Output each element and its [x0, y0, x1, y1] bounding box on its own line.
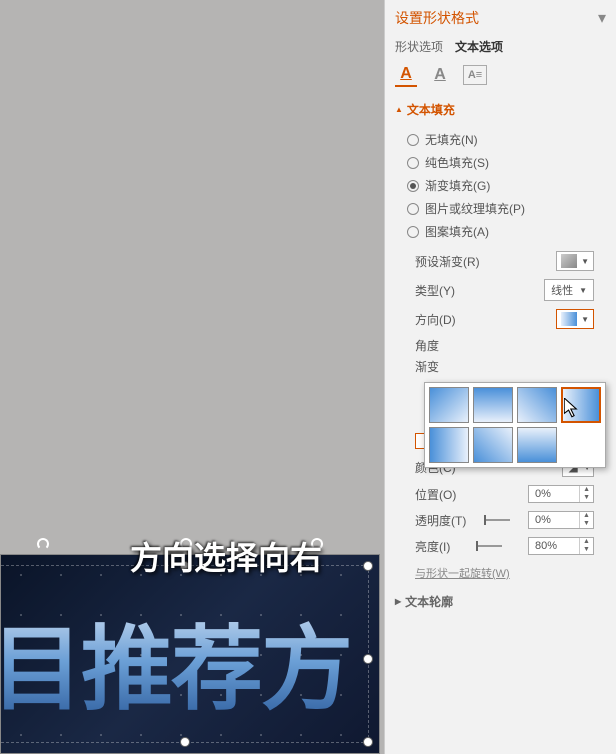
- format-shape-panel: 设置形状格式 ▾ 形状选项 文本选项 A A A≡ ▲ 文本填充 无填充(N) …: [384, 0, 616, 754]
- direction-option-up[interactable]: [517, 427, 557, 463]
- video-caption: 方向选择向右: [130, 533, 322, 579]
- fill-type-radio-group: 无填充(N) 纯色填充(S) 渐变填充(G) 图片或纹理填充(P) 图案填充(A…: [387, 124, 614, 247]
- radio-picture-fill[interactable]: 图片或纹理填充(P): [407, 197, 594, 220]
- section-text-outline[interactable]: ▶ 文本轮廓: [387, 587, 614, 616]
- control-stops-label: 渐变: [387, 358, 614, 379]
- direction-picker-popup: [424, 382, 606, 468]
- control-gradient-type: 类型(Y) 线性 ▼: [387, 275, 614, 305]
- transparency-input[interactable]: 0% ▲▼: [528, 511, 594, 529]
- direction-option-diagonal-up-right[interactable]: [473, 427, 513, 463]
- panel-header: 设置形状格式 ▾: [387, 4, 614, 32]
- tab-text-options[interactable]: 文本选项: [455, 38, 503, 55]
- direction-option-diagonal-down-right[interactable]: [429, 387, 469, 423]
- direction-dropdown[interactable]: ▼: [556, 309, 594, 329]
- direction-option-down[interactable]: [473, 387, 513, 423]
- position-input[interactable]: 0% ▲▼: [528, 485, 594, 503]
- radio-no-fill[interactable]: 无填充(N): [407, 128, 594, 151]
- text-fill-outline-icon[interactable]: A: [395, 63, 417, 87]
- radio-solid-fill[interactable]: 纯色填充(S): [407, 151, 594, 174]
- icon-tabs: A A A≡: [387, 59, 614, 95]
- textbox-icon[interactable]: A≡: [463, 65, 487, 85]
- direction-option-left[interactable]: [561, 387, 601, 423]
- section-text-fill[interactable]: ▲ 文本填充: [387, 95, 614, 124]
- radio-pattern-fill[interactable]: 图案填充(A): [407, 220, 594, 243]
- panel-title: 设置形状格式: [395, 8, 479, 28]
- control-angle: 角度: [387, 333, 614, 358]
- slide-preview: 目推荐方: [0, 554, 380, 754]
- option-tabs: 形状选项 文本选项: [387, 32, 614, 59]
- transparency-slider[interactable]: [484, 519, 510, 521]
- collapse-icon: ▲: [395, 105, 403, 114]
- text-effects-icon[interactable]: A: [429, 63, 451, 87]
- section-label: 文本填充: [407, 101, 455, 118]
- brightness-slider[interactable]: [476, 545, 502, 547]
- slide-text[interactable]: 目推荐方: [0, 595, 351, 728]
- rotate-with-shape-link[interactable]: 与形状一起旋转(W): [387, 559, 614, 587]
- canvas-area: 目推荐方 方向选择向右: [0, 0, 384, 754]
- gradient-type-dropdown[interactable]: 线性 ▼: [544, 279, 594, 301]
- tab-shape-options[interactable]: 形状选项: [395, 38, 443, 55]
- control-preset-gradient: 预设渐变(R) ▼: [387, 247, 614, 275]
- expand-icon: ▶: [395, 597, 401, 606]
- radio-gradient-fill[interactable]: 渐变填充(G): [407, 174, 594, 197]
- brightness-input[interactable]: 80% ▲▼: [528, 537, 594, 555]
- direction-option-right[interactable]: [429, 427, 469, 463]
- direction-option-diagonal-down-left[interactable]: [517, 387, 557, 423]
- control-direction: 方向(D) ▼: [387, 305, 614, 333]
- preset-gradient-dropdown[interactable]: ▼: [556, 251, 594, 271]
- control-brightness: 亮度(I) 80% ▲▼: [387, 533, 614, 559]
- panel-close-button[interactable]: ▾: [598, 8, 606, 28]
- control-transparency: 透明度(T) 0% ▲▼: [387, 507, 614, 533]
- control-position: 位置(O) 0% ▲▼: [387, 481, 614, 507]
